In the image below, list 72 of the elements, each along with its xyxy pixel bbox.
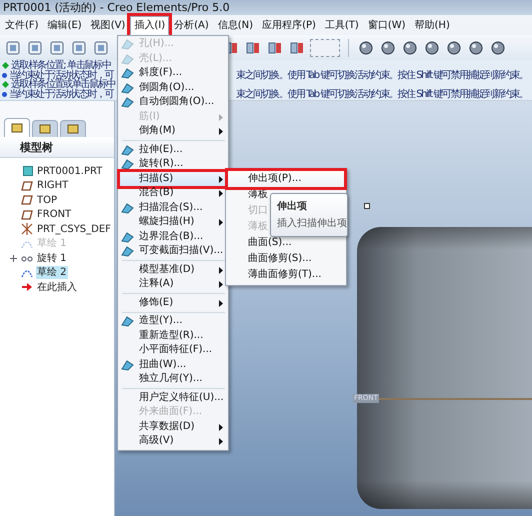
prompt-icon xyxy=(2,81,9,88)
part-icon xyxy=(23,166,33,176)
info-dot-icon xyxy=(2,72,7,78)
panel-tab[interactable] xyxy=(4,118,30,137)
menu-item[interactable]: 信息(N) xyxy=(214,16,258,34)
menu-item[interactable]: 扫描混合(S)... xyxy=(120,200,226,215)
window-title: PRT0001 (活动的) - Creo Elements/Pro 5.0 xyxy=(3,0,230,14)
menu-item[interactable]: 倒圆角(O)... xyxy=(120,80,226,95)
menu-item[interactable]: 模型基准(D) xyxy=(120,262,226,277)
menu-item[interactable]: 编辑(E) xyxy=(44,16,86,34)
menu-item[interactable]: 独立几何(Y)... xyxy=(120,372,226,386)
menu-item[interactable]: 帮助(H) xyxy=(410,16,454,34)
menu-item[interactable]: 边界混合(B)... xyxy=(120,230,226,244)
tree-item[interactable]: 草绘 2 xyxy=(36,266,68,280)
menu-item[interactable]: 混合(B) xyxy=(120,186,226,200)
tree-item[interactable]: PRT0001.PRT xyxy=(36,164,104,178)
tree-item[interactable]: RIGHT xyxy=(36,179,70,192)
sketch-icon xyxy=(21,238,33,249)
menu-item[interactable]: 分析(A) xyxy=(170,16,213,34)
message-text: 束之间切换。使用 Tab 键可切换活动约束。按住 Shift 键可禁用捕捉到新约束。 xyxy=(236,70,528,80)
menu-item[interactable]: 斜度(F)... xyxy=(120,66,226,80)
panel-tab[interactable] xyxy=(60,120,86,137)
info-dot-icon xyxy=(2,92,7,97)
menu-item[interactable]: 旋转(R)... xyxy=(120,157,226,172)
menu-item[interactable]: 扫描(S) xyxy=(120,172,226,186)
prompt-icon xyxy=(2,62,9,70)
selection-filter-dropdown[interactable] xyxy=(310,38,340,56)
menu-item[interactable]: 修饰(E) xyxy=(120,296,226,310)
menu-item[interactable]: 窗口(W) xyxy=(364,16,410,34)
menu-item[interactable]: 曲面(S)... xyxy=(228,234,344,250)
message-text: 束之间切换。使用 Tab 键可切换活动约束。按住 Shift 键可禁用捕捉到新约束。 xyxy=(236,90,528,99)
menu-item[interactable]: 倒角(M) xyxy=(120,124,226,138)
panel-tab[interactable] xyxy=(32,120,58,137)
tooltip-text: 插入扫描伸出项 xyxy=(277,218,347,228)
menu-item[interactable]: 视图(V) xyxy=(86,16,130,34)
message-text: 当约束处于活动状态时，可 xyxy=(9,90,115,99)
menu-item[interactable]: 造型(Y)... xyxy=(120,314,226,328)
tree-item[interactable]: 在此插入 xyxy=(36,280,78,294)
csys-icon xyxy=(21,223,33,236)
menu-item[interactable]: 应用程序(P) xyxy=(258,16,320,34)
menu-item[interactable]: 薄曲面修剪(T)... xyxy=(228,266,344,282)
sketch-icon xyxy=(21,268,33,278)
menu-item[interactable]: 小平面特征(F)... xyxy=(120,343,226,358)
menu-item[interactable]: 共享数据(D) xyxy=(120,420,226,434)
menu-item[interactable]: 插入(I) xyxy=(130,16,170,34)
menu-item[interactable]: 文件(F) xyxy=(1,16,43,34)
menu-item[interactable]: 用户定义特征(U)... xyxy=(120,390,226,405)
menu-item[interactable]: 可变截面扫描(V)... xyxy=(120,244,226,258)
datum-plane-icon xyxy=(21,195,33,206)
menu-item[interactable]: 高级(V) xyxy=(120,434,226,448)
menu-item[interactable]: 扭曲(W)... xyxy=(120,358,226,372)
menu-item[interactable]: 工具(T) xyxy=(320,16,363,34)
expand-icon[interactable] xyxy=(10,254,17,262)
insert-arrow-icon xyxy=(21,282,33,292)
menu-item[interactable]: 重新造型(R)... xyxy=(120,328,226,343)
datum-plane-icon xyxy=(21,210,33,220)
small-square-icon xyxy=(364,203,370,209)
panel-title: 模型树 xyxy=(20,140,53,154)
tooltip-title: 伸出项 xyxy=(277,200,308,212)
tree-item[interactable]: 旋转 1 xyxy=(36,252,68,265)
tree-item[interactable]: TOP xyxy=(36,194,58,207)
menu-item[interactable]: 伸出项(P)... xyxy=(228,170,344,186)
tree-item[interactable]: FRONT xyxy=(36,208,72,222)
menu-item[interactable]: 拉伸(E)... xyxy=(120,142,226,157)
menu-item[interactable]: 曲面修剪(S)... xyxy=(228,250,344,266)
tree-item[interactable]: PRT_CSYS_DEF xyxy=(36,222,112,236)
datum-plane-icon xyxy=(21,180,33,191)
message-text: 选取样条位置或单击鼠标中 xyxy=(11,80,116,90)
message-text: 选取样条位置; 单击鼠标中 xyxy=(11,61,111,70)
menu-item[interactable]: 螺旋扫描(H) xyxy=(120,215,226,230)
message-text: 当约束处于活动状态时，可 xyxy=(9,70,114,80)
menu-item[interactable]: 注释(A) xyxy=(120,277,226,292)
